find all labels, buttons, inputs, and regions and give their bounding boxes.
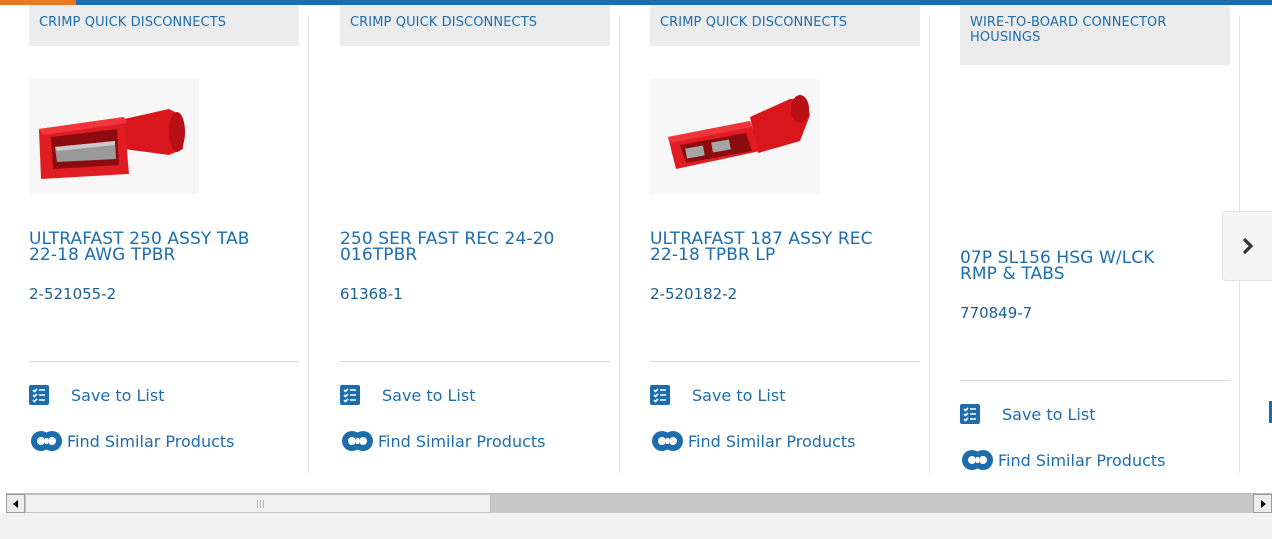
save-to-list-label: Save to List	[692, 385, 786, 405]
card-divider	[929, 15, 930, 473]
product-title-link[interactable]: 250 SER FAST REC 24-20 016TPBR	[340, 231, 610, 265]
save-to-list-button[interactable]: Save to List	[650, 385, 785, 405]
save-to-list-button[interactable]: Save to List	[340, 385, 475, 405]
product-title-line: 016TPBR	[340, 245, 418, 265]
checklist-icon	[650, 385, 670, 405]
checklist-icon	[960, 404, 980, 424]
horizontal-scrollbar[interactable]	[6, 493, 1272, 513]
part-number[interactable]: 770849-7	[960, 304, 1032, 322]
product-title-line: RMP & TABS	[960, 264, 1065, 284]
divider-line	[29, 361, 299, 362]
find-similar-button[interactable]: Find Similar Products	[340, 429, 546, 453]
product-image-receptacle[interactable]	[650, 79, 820, 194]
gears-icon	[962, 450, 993, 470]
part-number[interactable]: 2-521055-2	[29, 285, 116, 303]
product-title-line: 22-18 AWG TPBR	[29, 245, 176, 265]
checklist-icon	[29, 385, 49, 405]
product-title-link[interactable]: ULTRAFAST 187 ASSY REC 22-18 TPBR LP	[650, 231, 920, 265]
arrow-right-icon	[1260, 499, 1266, 508]
card-divider	[619, 15, 620, 473]
product-title-link[interactable]: 07P SL156 HSG W/LCK RMP & TABS	[960, 250, 1230, 284]
gears-icon	[31, 431, 62, 451]
save-to-list-button[interactable]: Save to List	[960, 404, 1095, 424]
category-tag[interactable]: CRIMP QUICK DISCONNECTS	[29, 5, 299, 46]
product-card: CRIMP QUICK DISCONNECTS 250 SER FAST REC…	[340, 5, 620, 483]
find-similar-button[interactable]: Find Similar Products	[960, 448, 1166, 472]
scroll-left-button[interactable]	[6, 494, 25, 513]
category-tag[interactable]: CRIMP QUICK DISCONNECTS	[650, 5, 920, 46]
scrollbar-thumb[interactable]	[25, 494, 491, 513]
find-similar-label: Find Similar Products	[688, 431, 856, 451]
save-to-list-label: Save to List	[1002, 404, 1096, 424]
save-to-list-label: Save to List	[71, 385, 165, 405]
category-tag[interactable]: WIRE-TO-BOARD CONNECTOR HOUSINGS	[960, 5, 1230, 65]
checklist-icon	[340, 385, 360, 405]
product-card: CRIMP QUICK DISCONNECTS ULTRAFAST 250 AS…	[29, 5, 309, 483]
gears-icon	[652, 431, 683, 451]
gears-icon	[342, 431, 373, 451]
product-carousel: CRIMP QUICK DISCONNECTS ULTRAFAST 250 AS…	[0, 5, 1272, 493]
carousel-next-button[interactable]	[1222, 211, 1272, 281]
arrow-left-icon	[12, 499, 18, 508]
part-number[interactable]: 61368-1	[340, 285, 403, 303]
part-number[interactable]: 2-520182-2	[650, 285, 737, 303]
page-footer-area	[0, 513, 1272, 539]
product-card: CRIMP QUICK DISCONNECTS ULTRAFAST 187 AS…	[650, 5, 930, 483]
find-similar-button[interactable]: Find Similar Products	[29, 429, 235, 453]
save-to-list-button[interactable]: Save to List	[29, 385, 164, 405]
find-similar-label: Find Similar Products	[378, 431, 546, 451]
product-title-line: 22-18 TPBR LP	[650, 245, 776, 265]
chevron-right-icon	[1242, 237, 1254, 255]
find-similar-label: Find Similar Products	[998, 450, 1166, 470]
find-similar-button[interactable]: Find Similar Products	[650, 429, 856, 453]
card-divider	[308, 15, 309, 473]
scroll-right-button[interactable]	[1253, 494, 1272, 513]
find-similar-label: Find Similar Products	[67, 431, 235, 451]
product-card: WIRE-TO-BOARD CONNECTOR HOUSINGS 07P SL1…	[960, 5, 1240, 483]
save-to-list-label: Save to List	[382, 385, 476, 405]
product-title-link[interactable]: ULTRAFAST 250 ASSY TAB 22-18 AWG TPBR	[29, 231, 299, 265]
divider-line	[340, 361, 610, 362]
scrollbar-grip	[257, 500, 265, 508]
divider-line	[650, 361, 920, 362]
product-image-tab-connector[interactable]	[29, 79, 199, 194]
divider-line	[960, 380, 1230, 381]
category-tag[interactable]: CRIMP QUICK DISCONNECTS	[340, 5, 610, 46]
